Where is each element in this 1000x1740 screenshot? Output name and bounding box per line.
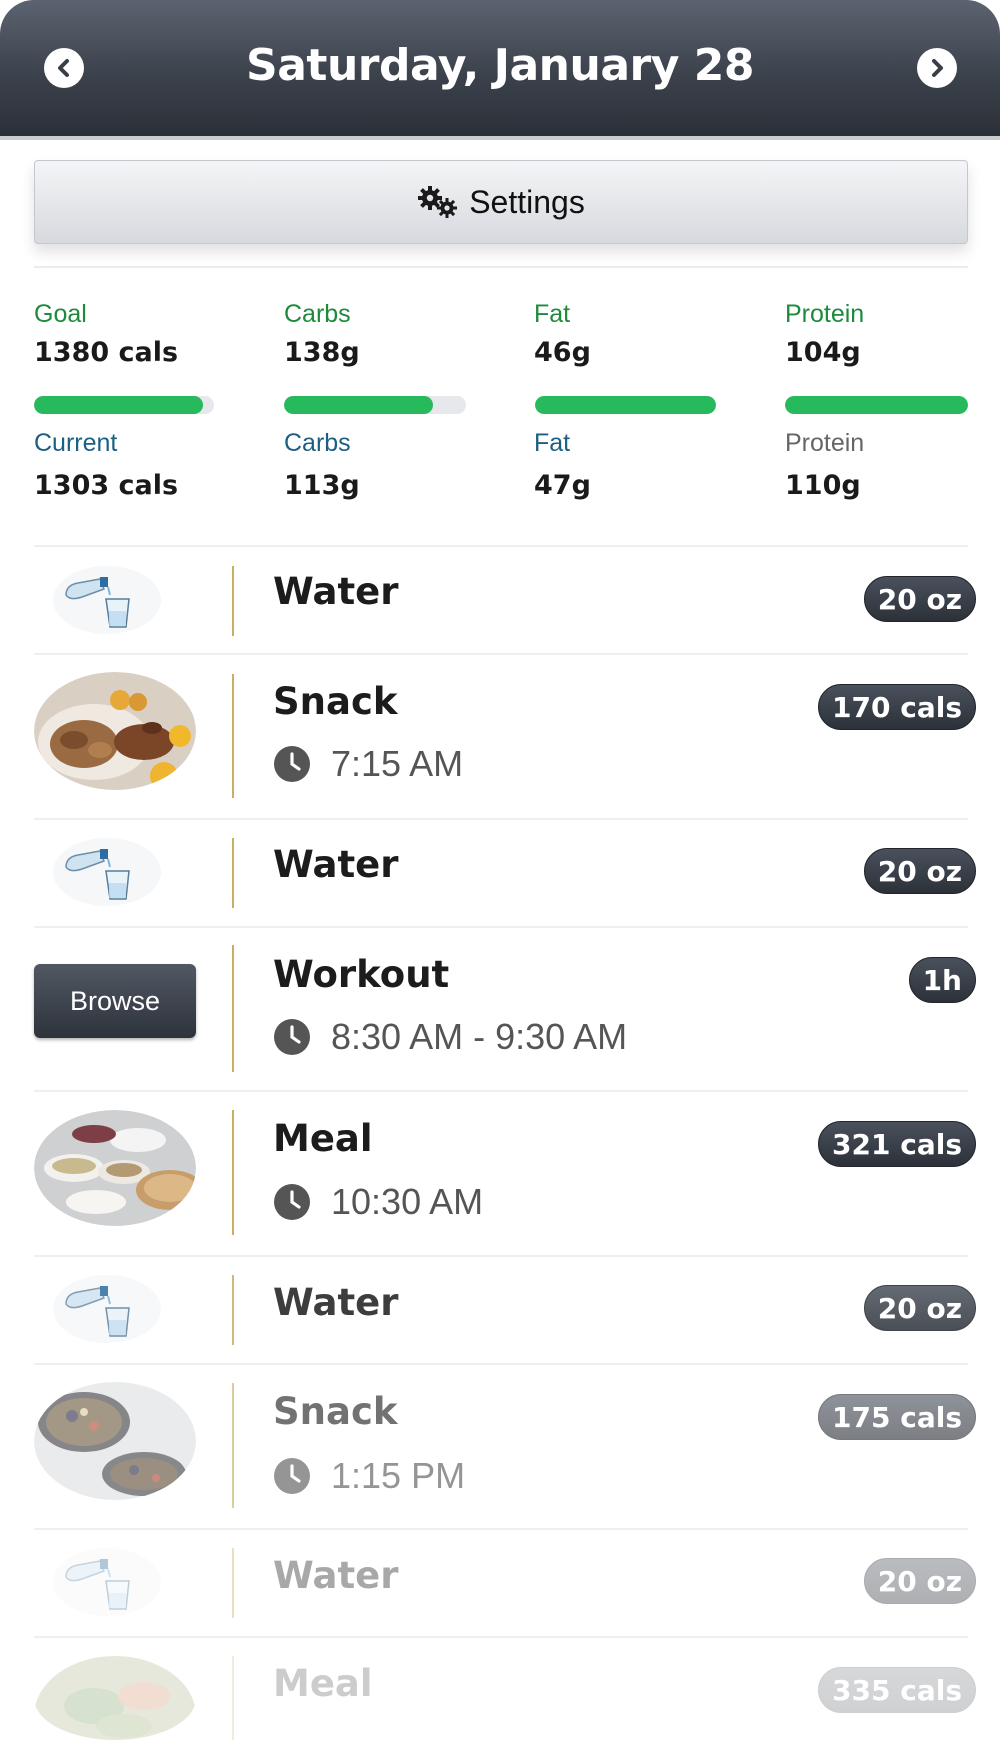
- row-accent-line: [232, 1110, 234, 1235]
- carbs-progress-fill: [284, 396, 434, 414]
- fat-label: Fat: [534, 300, 571, 328]
- row-accent-line: [232, 945, 234, 1072]
- entry-title: Water: [273, 843, 399, 886]
- row-divider: [34, 1528, 968, 1530]
- calories-progress-bar: [34, 396, 214, 414]
- current-fat-value: 47g: [534, 470, 591, 501]
- entry-time-text: 8:30 AM - 9:30 AM: [331, 1016, 628, 1057]
- entry-title: Water: [273, 1554, 399, 1597]
- current-label: Current: [34, 429, 118, 457]
- entry-time: 10:30 AM: [273, 1181, 483, 1223]
- water-glass-icon: [53, 1548, 161, 1616]
- current-protein-label: Protein: [785, 429, 865, 457]
- row-accent-line: [232, 566, 234, 636]
- entry-time-text: 7:15 AM: [331, 743, 464, 784]
- row-divider: [34, 926, 968, 928]
- row-divider: [34, 1363, 968, 1365]
- clock-icon: [274, 1458, 310, 1494]
- current-fat: Fat 47g: [534, 429, 724, 501]
- current-value: 1303 cals: [34, 470, 179, 501]
- browse-button[interactable]: Browse: [34, 964, 196, 1038]
- calories-badge: 321 cals: [818, 1121, 976, 1167]
- carbs-progress-bar: [284, 396, 466, 414]
- row-accent-line: [232, 1656, 234, 1740]
- next-day-button[interactable]: [917, 48, 957, 88]
- calories-badge: 335 cals: [818, 1667, 976, 1713]
- entry-title: Meal: [273, 1662, 373, 1705]
- fat-goal-value: 46g: [534, 337, 591, 368]
- protein-progress-fill: [785, 396, 968, 414]
- page-title: Saturday, January 28: [246, 40, 754, 91]
- clock-icon: [274, 746, 310, 782]
- chevron-right-icon: [932, 59, 943, 77]
- settings-label: Settings: [469, 183, 585, 220]
- row-accent-line: [232, 1383, 234, 1508]
- goal-fat: Fat 46g: [534, 300, 724, 368]
- amount-badge: 20 oz: [863, 1285, 976, 1331]
- protein-progress-bar: [785, 396, 968, 414]
- row-divider: [34, 1255, 968, 1257]
- current-carbs-value: 113g: [284, 470, 360, 501]
- amount-badge: 20 oz: [863, 848, 976, 894]
- entry-title: Snack: [273, 680, 398, 723]
- amount-badge: 20 oz: [863, 576, 976, 622]
- fat-progress-fill: [535, 396, 716, 414]
- row-accent-line: [232, 1548, 234, 1618]
- amount-badge: 20 oz: [863, 1558, 976, 1604]
- goal-value: 1380 cals: [34, 337, 179, 368]
- goal-carbs: Carbs 138g: [284, 300, 474, 368]
- entry-title: Water: [273, 570, 399, 613]
- entry-title: Workout: [273, 953, 450, 996]
- current-protein-value: 110g: [785, 470, 861, 501]
- row-accent-line: [232, 674, 234, 798]
- meal-photo: [34, 1110, 196, 1226]
- carbs-goal-value: 138g: [284, 337, 360, 368]
- fat-progress-bar: [535, 396, 716, 414]
- clock-icon: [274, 1019, 310, 1055]
- goal-protein: Protein 104g: [785, 300, 975, 368]
- entry-title: Snack: [273, 1390, 398, 1433]
- water-glass-icon: [53, 1275, 161, 1343]
- entry-title: Water: [273, 1281, 399, 1324]
- entry-time-text: 1:15 PM: [331, 1455, 466, 1496]
- entry-time-text: 10:30 AM: [331, 1181, 484, 1222]
- clock-icon: [274, 1184, 310, 1220]
- entry-time: 7:15 AM: [273, 743, 463, 785]
- protein-goal-value: 104g: [785, 337, 861, 368]
- goal-label: Goal: [34, 300, 87, 328]
- meal-photo: [34, 1656, 196, 1740]
- date-header: Saturday, January 28: [0, 0, 1000, 140]
- snack-photo: [34, 1382, 196, 1500]
- gears-icon: [418, 186, 458, 218]
- divider: [34, 266, 968, 268]
- current-protein: Protein 110g: [785, 429, 975, 501]
- entry-title: Meal: [273, 1117, 373, 1160]
- row-divider: [34, 653, 968, 655]
- row-divider: [34, 1090, 968, 1092]
- duration-badge: 1h: [908, 957, 976, 1003]
- calories-progress-fill: [34, 396, 204, 414]
- entry-time: 1:15 PM: [273, 1455, 465, 1497]
- settings-button[interactable]: Settings: [34, 160, 968, 244]
- goal-calories: Goal 1380 cals: [34, 300, 224, 368]
- row-divider: [34, 818, 968, 820]
- water-glass-icon: [53, 838, 161, 906]
- row-divider: [34, 545, 968, 547]
- water-glass-icon: [53, 566, 161, 634]
- current-fat-label: Fat: [534, 429, 571, 457]
- row-accent-line: [232, 1275, 234, 1345]
- calories-badge: 170 cals: [818, 684, 976, 730]
- current-carbs-label: Carbs: [284, 429, 351, 457]
- row-divider: [34, 1636, 968, 1638]
- current-calories: Current 1303 cals: [34, 429, 224, 501]
- row-accent-line: [232, 838, 234, 908]
- snack-photo: [34, 672, 196, 790]
- carbs-label: Carbs: [284, 300, 351, 328]
- calories-badge: 175 cals: [818, 1394, 976, 1440]
- current-carbs: Carbs 113g: [284, 429, 474, 501]
- protein-label: Protein: [785, 300, 865, 328]
- entry-time: 8:30 AM - 9:30 AM: [273, 1016, 627, 1058]
